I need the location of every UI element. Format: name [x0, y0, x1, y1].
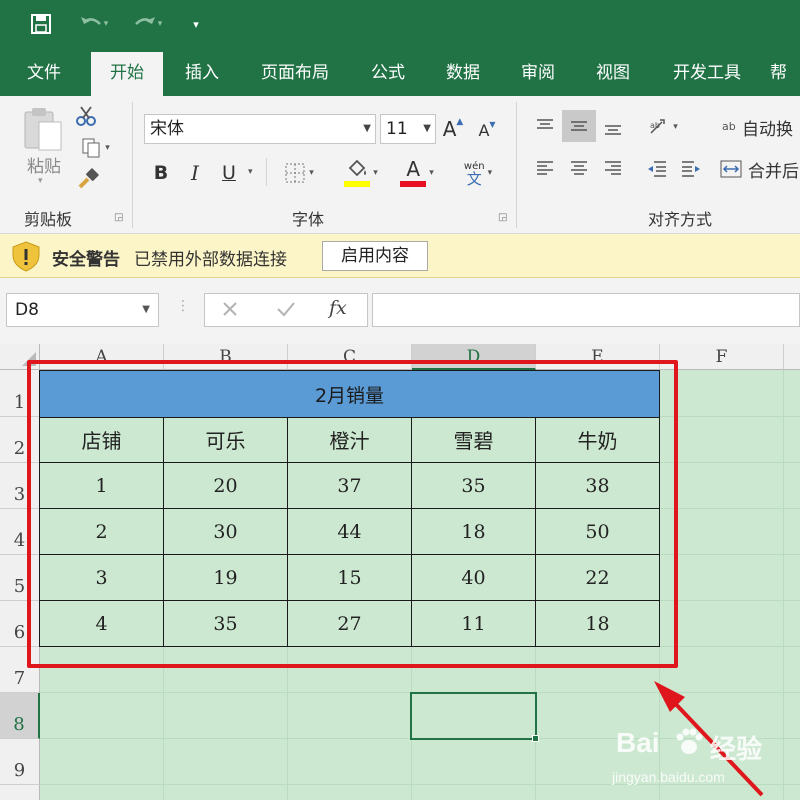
wrap-text-label: 自动换	[742, 119, 793, 140]
clipboard-launcher-icon[interactable]: ◲	[114, 212, 123, 223]
font-size-value: 11	[386, 119, 408, 139]
grow-font-button[interactable]: A ▲	[442, 114, 464, 144]
splitter-handle-icon[interactable]: ⋮	[176, 298, 190, 314]
align-right-icon[interactable]	[598, 154, 628, 184]
divider	[266, 158, 267, 186]
tab-developer[interactable]: 开发工具	[660, 52, 754, 96]
paw-icon	[672, 725, 708, 761]
font-size-combo[interactable]: 11 ▼	[380, 114, 436, 144]
font-group-label: 字体	[292, 210, 325, 229]
watermark-brand-tail: 经验	[710, 735, 763, 765]
name-box[interactable]: D8 ▼	[6, 293, 159, 327]
paste-dropdown-icon[interactable]: ▾	[38, 176, 43, 186]
underline-dropdown-icon[interactable]: ▾	[248, 167, 253, 177]
tab-page-layout[interactable]: 页面布局	[248, 52, 342, 96]
active-cell-d8[interactable]	[410, 692, 537, 740]
font-color-icon[interactable]: A ▾	[392, 156, 442, 190]
underline-button[interactable]: U	[216, 158, 242, 188]
font-launcher-icon[interactable]: ◲	[498, 212, 507, 223]
align-left-icon[interactable]	[530, 154, 560, 184]
enter-check-icon[interactable]	[275, 298, 299, 322]
cut-icon[interactable]	[74, 104, 98, 128]
shrink-font-glyph: A	[478, 120, 490, 140]
format-painter-icon[interactable]	[74, 166, 102, 192]
font-name-combo[interactable]: 宋体 ▼	[144, 114, 376, 144]
row-header-9[interactable]: 9	[0, 739, 40, 785]
borders-icon[interactable]: ▾	[274, 158, 324, 188]
enable-content-button[interactable]: 启用内容	[322, 241, 428, 271]
italic-button[interactable]: I	[182, 158, 208, 188]
watermark-brand: Bai	[616, 727, 660, 758]
chevron-down-icon: ▼	[363, 123, 371, 134]
decrease-indent-icon[interactable]	[642, 154, 672, 184]
alignment-group-label: 对齐方式	[648, 210, 713, 229]
tab-view[interactable]: 视图	[581, 52, 645, 96]
security-warning-title: 安全警告	[52, 250, 120, 270]
cancel-icon[interactable]	[219, 298, 243, 322]
tab-data[interactable]: 数据	[431, 52, 495, 96]
merge-center-button[interactable]: 合并后	[720, 154, 800, 184]
paste-icon[interactable]	[20, 104, 68, 154]
redo-icon[interactable]: ▾	[124, 10, 170, 38]
phonetic-char: 文	[466, 170, 482, 188]
column-header-f[interactable]: F	[660, 344, 784, 370]
merge-icon	[720, 160, 742, 178]
column-header-next[interactable]	[784, 344, 800, 370]
tab-review[interactable]: 审阅	[506, 52, 570, 96]
formula-buttons: fx	[204, 293, 368, 327]
fill-color-swatch	[344, 181, 371, 187]
watermark-url: jingyan.baidu.com	[612, 769, 725, 785]
security-warning-message: 已禁用外部数据连接	[134, 250, 287, 270]
tab-insert[interactable]: 插入	[170, 52, 234, 96]
wrap-text-button[interactable]: ab 自动换	[722, 112, 800, 142]
phonetic-guide-icon[interactable]: wén 文 ▾	[454, 156, 502, 190]
highlight-box	[27, 360, 678, 668]
grow-font-glyph: A	[442, 117, 457, 141]
group-divider	[132, 102, 133, 228]
customize-quick-access-icon[interactable]: ▾	[186, 10, 206, 38]
group-divider	[516, 102, 517, 228]
increase-indent-icon[interactable]	[676, 154, 706, 184]
security-warning-bar: 安全警告 已禁用外部数据连接 启用内容	[0, 234, 800, 278]
orientation-icon[interactable]: ab ▾	[642, 112, 684, 142]
formula-bar: D8 ▼ ⋮ fx	[0, 278, 800, 344]
save-icon[interactable]	[26, 10, 56, 38]
formula-input[interactable]	[372, 293, 800, 327]
font-color-swatch	[400, 181, 427, 187]
align-center-icon[interactable]	[564, 154, 594, 184]
fill-color-icon[interactable]: ▾	[336, 156, 386, 190]
wrap-text-icon: ab	[722, 120, 736, 133]
svg-text:ab: ab	[650, 121, 660, 130]
ribbon-home: 粘贴 ▾ ▾ 剪贴板 ◲ 宋体 ▼ 11 ▼ A ▲ A ▼ B I U ▾ ▾ ▾	[0, 96, 800, 234]
caret-down-icon: ▼	[489, 119, 496, 129]
font-name-value: 宋体	[150, 119, 184, 139]
row-header-10[interactable]	[0, 785, 40, 800]
baidu-jingyan-watermark: Bai 经验 jingyan.baidu.com	[590, 723, 795, 798]
tab-home[interactable]: 开始	[91, 52, 163, 96]
chevron-down-icon: ▼	[142, 304, 150, 315]
paste-button-label[interactable]: 粘贴	[20, 152, 68, 177]
align-top-icon[interactable]	[530, 112, 560, 142]
caret-up-icon: ▲	[456, 117, 464, 127]
chevron-down-icon: ▼	[423, 123, 431, 134]
bold-button[interactable]: B	[148, 158, 174, 188]
name-box-value: D8	[15, 300, 39, 320]
tab-help[interactable]: 帮	[770, 52, 800, 96]
insert-function-icon[interactable]: fx	[329, 297, 347, 319]
ribbon-tabs: 文件 开始 插入 页面布局 公式 数据 审阅 视图 开发工具 帮	[0, 52, 800, 96]
tab-file[interactable]: 文件	[12, 52, 76, 96]
undo-icon[interactable]: ▾	[70, 10, 116, 38]
clipboard-group-label: 剪贴板	[24, 210, 73, 229]
align-middle-icon[interactable]	[562, 110, 596, 142]
tab-formulas[interactable]: 公式	[356, 52, 420, 96]
align-bottom-icon[interactable]	[598, 112, 628, 142]
fill-handle[interactable]	[532, 735, 539, 742]
merge-label: 合并后	[748, 161, 799, 182]
shrink-font-button[interactable]: A ▼	[476, 116, 498, 144]
shield-warning-icon	[10, 240, 42, 272]
title-bar: ▾ ▾ ▾	[0, 0, 800, 52]
copy-icon[interactable]: ▾	[74, 136, 116, 160]
font-color-glyph: A	[406, 157, 421, 181]
row-header-8[interactable]: 8	[0, 693, 40, 739]
